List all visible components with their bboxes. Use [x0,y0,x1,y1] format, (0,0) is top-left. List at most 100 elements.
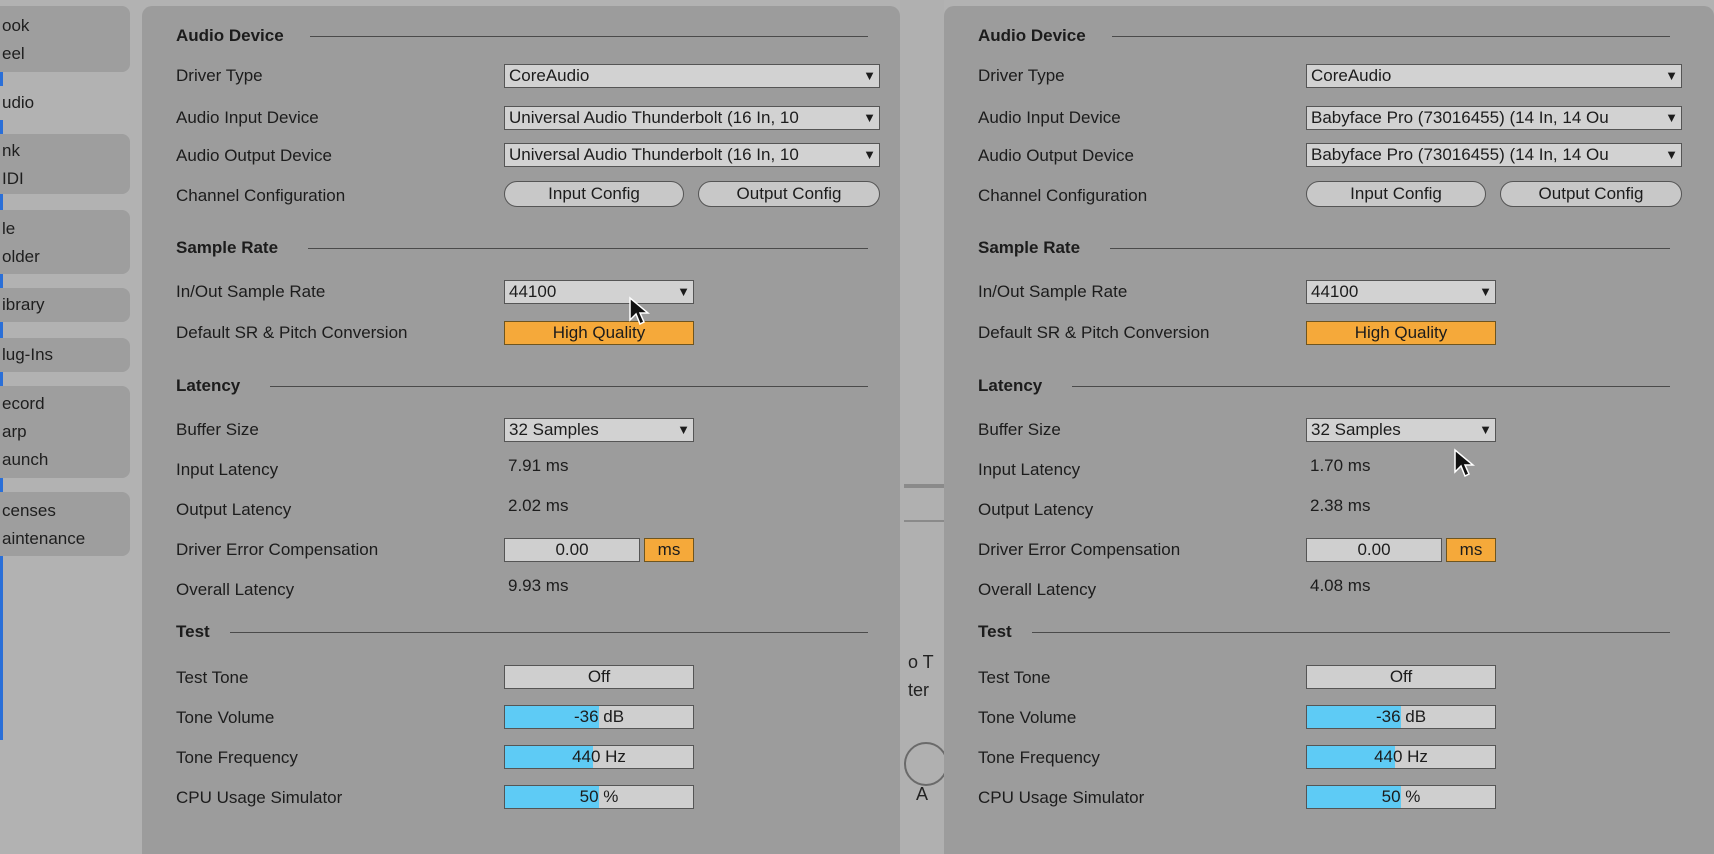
audio-output-device-dropdown[interactable]: Universal Audio Thunderbolt (16 In, 10 ▼ [504,143,880,167]
ms-unit-toggle[interactable]: ms [644,538,694,562]
chevron-down-icon: ▼ [861,107,876,129]
section-audio-device: Audio Device [978,26,1670,46]
tab-audio[interactable]: udio [0,86,130,120]
audio-input-device-dropdown[interactable]: Babyface Pro (73016455) (14 In, 14 Ou ▼ [1306,106,1682,130]
tab-label: censes [2,501,56,520]
tone-volume-slider[interactable]: -36 dB [504,705,694,729]
tone-volume-slider[interactable]: -36 dB [1306,705,1496,729]
section-title: Sample Rate [176,238,279,257]
mouse-cursor-icon [629,296,650,326]
audio-preferences-panel: Audio Device Driver Type CoreAudio ▼ Aud… [142,6,900,854]
driver-type-dropdown[interactable]: CoreAudio ▼ [504,64,880,88]
overall-latency-value: 9.93 ms [508,576,569,595]
slider-value: -36 dB [1375,707,1427,726]
driver-type-dropdown[interactable]: CoreAudio ▼ [1306,64,1682,88]
sample-rate-dropdown[interactable]: 44100 ▼ [504,280,694,304]
tab-record-warp-launch[interactable]: ecord arp aunch [0,386,130,478]
slider-value: 50 % [1381,787,1421,806]
cpu-usage-simulator-slider[interactable]: 50 % [504,785,694,809]
audio-input-device-dropdown[interactable]: Universal Audio Thunderbolt (16 In, 10 ▼ [504,106,880,130]
section-audio-device: Audio Device [176,26,868,46]
section-divider [230,632,868,633]
cpu-usage-simulator-label: CPU Usage Simulator [978,788,1145,807]
output-config-button[interactable]: Output Config [1500,181,1682,207]
tone-volume-label: Tone Volume [176,708,275,727]
dropdown-value: CoreAudio [1311,66,1392,85]
tab-label: aunch [2,450,49,469]
dropdown-value: 32 Samples [1311,420,1401,439]
input-latency-value: 1.70 ms [1310,456,1371,475]
test-tone-toggle[interactable]: Off [504,665,694,689]
section-latency: Latency [978,376,1670,396]
buffer-size-label: Buffer Size [978,420,1061,439]
section-divider [1112,36,1670,37]
tone-frequency-slider[interactable]: 440 Hz [504,745,694,769]
section-title: Test [978,622,1012,641]
audio-input-device-label: Audio Input Device [176,108,319,127]
sample-rate-dropdown[interactable]: 44100 ▼ [1306,280,1496,304]
chevron-down-icon: ▼ [1663,65,1678,87]
chevron-down-icon: ▼ [1663,107,1678,129]
output-config-button[interactable]: Output Config [698,181,880,207]
sample-rate-label: In/Out Sample Rate [176,282,326,301]
tab-look-feel[interactable]: ook eel [0,6,130,72]
tab-label: lug-Ins [2,345,54,364]
sample-rate-label: In/Out Sample Rate [978,282,1128,301]
tone-frequency-label: Tone Frequency [978,748,1100,767]
channel-configuration-label: Channel Configuration [176,186,346,205]
tab-label: IDI [2,169,24,188]
driver-error-compensation-input[interactable]: 0.00 [504,538,640,562]
tab-label: ecord [2,394,45,413]
cpu-usage-simulator-slider[interactable]: 50 % [1306,785,1496,809]
channel-configuration-label: Channel Configuration [978,186,1148,205]
tab-licenses-maintenance[interactable]: censes aintenance [0,492,130,556]
slider-value: -36 dB [573,707,625,726]
section-title: Latency [978,376,1043,395]
section-divider [310,36,868,37]
background-gap: o T ter A [900,0,948,854]
tab-link-midi[interactable]: nk IDI [0,134,130,194]
high-quality-toggle[interactable]: High Quality [504,321,694,345]
slider-value: 440 Hz [1374,747,1428,766]
section-title: Audio Device [978,26,1086,45]
audio-output-device-label: Audio Output Device [176,146,332,165]
output-latency-value: 2.02 ms [508,496,569,515]
dropdown-value: Babyface Pro (73016455) (14 In, 14 Ou [1311,108,1609,127]
input-config-button[interactable]: Input Config [504,181,684,207]
tab-label: udio [2,93,35,112]
overall-latency-label: Overall Latency [978,580,1097,599]
ms-unit-toggle[interactable]: ms [1446,538,1496,562]
tab-plug-ins[interactable]: lug-Ins [0,338,130,372]
high-quality-toggle[interactable]: High Quality [1306,321,1496,345]
tone-frequency-slider[interactable]: 440 Hz [1306,745,1496,769]
tab-label: aintenance [2,529,86,548]
section-latency: Latency [176,376,868,396]
overall-latency-label: Overall Latency [176,580,295,599]
section-test: Test [978,622,1670,642]
buffer-size-label: Buffer Size [176,420,259,439]
chevron-down-icon: ▼ [1477,281,1492,303]
tone-volume-label: Tone Volume [978,708,1077,727]
test-tone-toggle[interactable]: Off [1306,665,1496,689]
driver-error-compensation-input[interactable]: 0.00 [1306,538,1442,562]
tab-label: older [2,247,40,266]
tab-file-folder[interactable]: le older [0,210,130,274]
buffer-size-dropdown[interactable]: 32 Samples ▼ [504,418,694,442]
section-sample-rate: Sample Rate [176,238,868,258]
input-latency-label: Input Latency [176,460,279,479]
input-config-button[interactable]: Input Config [1306,181,1486,207]
input-latency-value: 7.91 ms [508,456,569,475]
audio-output-device-dropdown[interactable]: Babyface Pro (73016455) (14 In, 14 Ou ▼ [1306,143,1682,167]
driver-error-compensation-label: Driver Error Compensation [978,540,1181,559]
tab-label: ibrary [2,295,45,314]
dropdown-value: Babyface Pro (73016455) (14 In, 14 Ou [1311,145,1609,164]
test-tone-label: Test Tone [176,668,249,687]
driver-error-compensation-label: Driver Error Compensation [176,540,379,559]
background-divider [904,484,944,488]
dropdown-value: 32 Samples [509,420,599,439]
audio-input-device-label: Audio Input Device [978,108,1121,127]
tab-library[interactable]: ibrary [0,288,130,322]
section-test: Test [176,622,868,642]
buffer-size-dropdown[interactable]: 32 Samples ▼ [1306,418,1496,442]
tab-label: arp [2,422,27,441]
